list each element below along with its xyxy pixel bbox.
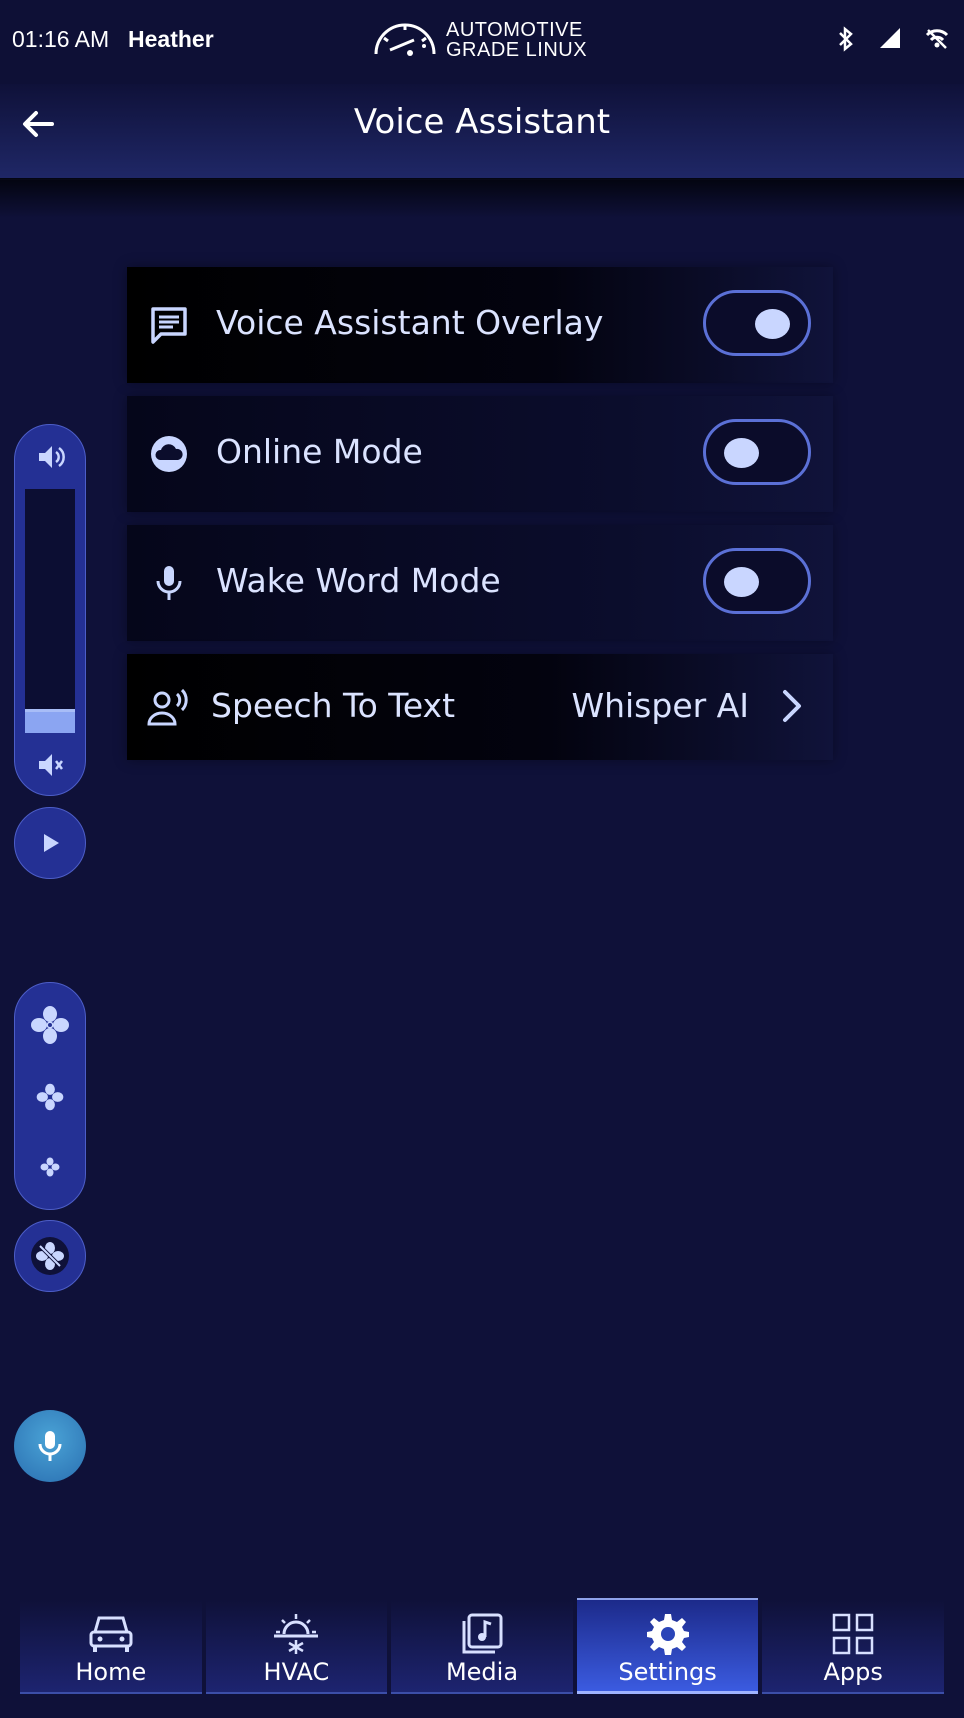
wifi-off-icon bbox=[925, 29, 949, 49]
toggle-knob bbox=[755, 309, 790, 339]
music-icon bbox=[462, 1613, 503, 1654]
nav-label: Settings bbox=[618, 1658, 717, 1686]
chevron-right-icon[interactable] bbox=[777, 686, 807, 726]
settings-list: Voice Assistant Overlay Online Mode Wake… bbox=[127, 267, 833, 773]
nav-item-hvac[interactable]: HVAC bbox=[205, 1600, 388, 1694]
status-time: 01:16 AM bbox=[12, 26, 110, 52]
car-icon bbox=[89, 1616, 133, 1652]
fan-speed-control bbox=[14, 982, 86, 1210]
page-header: Voice Assistant bbox=[0, 84, 964, 180]
speedometer-icon bbox=[374, 23, 436, 56]
header-shadow bbox=[0, 178, 964, 218]
nav-item-settings[interactable]: Settings bbox=[576, 1598, 759, 1694]
setting-label: Speech To Text bbox=[211, 686, 456, 725]
status-icons bbox=[836, 26, 950, 52]
setting-row-overlay[interactable]: Voice Assistant Overlay bbox=[127, 267, 833, 383]
bluetooth-icon bbox=[839, 26, 853, 52]
brand-logo: AUTOMOTIVE GRADE LINUX bbox=[370, 16, 600, 62]
volume-slider[interactable] bbox=[25, 489, 75, 733]
speech-to-text-value: Whisper AI bbox=[571, 686, 749, 725]
microphone-icon bbox=[156, 566, 182, 600]
fan-off-icon bbox=[31, 1237, 69, 1275]
toggle-knob bbox=[724, 438, 759, 468]
volume-up-icon[interactable] bbox=[35, 441, 67, 473]
volume-slider-fill bbox=[25, 708, 75, 733]
sun-snow-icon bbox=[274, 1614, 319, 1654]
message-icon bbox=[151, 307, 187, 344]
voice-user-icon bbox=[147, 688, 188, 726]
status-user: Heather bbox=[128, 26, 214, 52]
nav-item-apps[interactable]: Apps bbox=[762, 1600, 944, 1694]
voice-assistant-mic-button[interactable] bbox=[14, 1410, 86, 1482]
setting-label: Wake Word Mode bbox=[216, 561, 501, 600]
setting-label: Online Mode bbox=[216, 432, 423, 471]
fan-off-button[interactable] bbox=[14, 1220, 86, 1292]
brand-line2: GRADE LINUX bbox=[446, 39, 588, 61]
play-icon bbox=[44, 834, 59, 852]
toggle-knob bbox=[724, 567, 759, 597]
overlay-toggle[interactable] bbox=[703, 290, 811, 356]
play-button[interactable] bbox=[14, 807, 86, 879]
mic-icon bbox=[38, 1431, 62, 1461]
setting-row-online-mode[interactable]: Online Mode bbox=[127, 396, 833, 512]
volume-control bbox=[14, 424, 86, 796]
nav-label: Apps bbox=[823, 1658, 883, 1686]
nav-item-home[interactable]: Home bbox=[20, 1600, 202, 1694]
nav-item-media[interactable]: Media bbox=[391, 1600, 573, 1694]
fan-low-icon[interactable] bbox=[40, 1157, 60, 1177]
setting-row-wake-word[interactable]: Wake Word Mode bbox=[127, 525, 833, 641]
page-title: Voice Assistant bbox=[353, 102, 611, 142]
volume-down-icon[interactable] bbox=[35, 749, 67, 781]
gear-icon bbox=[646, 1614, 689, 1655]
nav-label: HVAC bbox=[263, 1658, 330, 1686]
setting-row-speech-to-text[interactable]: Speech To Text Whisper AI bbox=[127, 654, 833, 760]
bottom-nav: Home HVAC Media Settings Apps bbox=[20, 1598, 944, 1694]
online-mode-toggle[interactable] bbox=[703, 419, 811, 485]
grid-icon bbox=[832, 1613, 874, 1655]
nav-label: Media bbox=[445, 1658, 519, 1686]
setting-label: Voice Assistant Overlay bbox=[216, 303, 604, 342]
wake-word-toggle[interactable] bbox=[703, 548, 811, 614]
fan-medium-icon[interactable] bbox=[36, 1083, 64, 1111]
cloud-icon bbox=[151, 436, 187, 472]
nav-label: Home bbox=[75, 1658, 147, 1686]
status-bar: 01:16 AM Heather AUTOMOTIVE GRADE LINUX bbox=[0, 0, 964, 84]
fan-high-icon[interactable] bbox=[30, 1005, 70, 1045]
signal-icon bbox=[880, 28, 900, 48]
brand-line1: AUTOMOTIVE bbox=[446, 19, 583, 41]
